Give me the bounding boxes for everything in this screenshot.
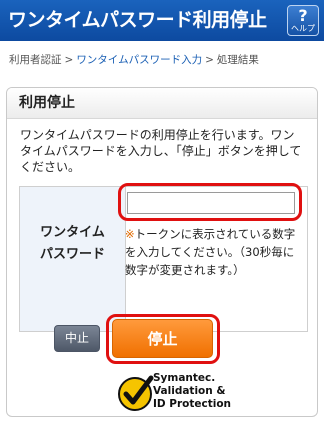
cancel-button[interactable]: 中止 [54,325,100,352]
page-title: ワンタイムパスワード利用停止 [8,9,267,31]
otp-field-label: ワンタイム パスワード [20,222,125,266]
field-label-cell: ワンタイム パスワード [20,187,126,331]
help-button[interactable]: ? ヘルプ [287,5,319,36]
logo-line1: Symantec. [153,372,216,384]
logo-line3: ID Protection [153,398,232,410]
breadcrumb-separator: > [205,54,214,66]
otp-input[interactable] [127,192,295,214]
help-label: ヘルプ [291,24,315,33]
page: ワンタイムパスワード利用停止 ? ヘルプ 利用者認証 > ワンタイムパスワード入力 >… [0,0,324,426]
breadcrumb-separator: > [64,54,74,66]
stop-button[interactable]: 停止 [112,319,213,358]
note-text: トークンに表示されている数字を入力してください。（30秒毎に数字が変更されます。… [125,227,296,277]
note-mark: ※ [125,227,135,241]
help-icon: ? [298,6,308,25]
symantec-logo: Symantec. Validation & ID Protection [117,370,231,418]
panel-description: ワンタイムパスワードの利用停止を行います。ワンタイムパスワードを入力し、「停止」… [20,128,302,174]
breadcrumb: 利用者認証 > ワンタイムパスワード入力 > 処理結果 [9,53,259,67]
breadcrumb-step-otp: ワンタイムパスワード入力 [76,54,203,66]
breadcrumb-step-result: 処理結果 [216,54,259,66]
otp-field-label-line1: ワンタイム [40,225,105,240]
logo-text: Symantec. Validation & ID Protection [153,372,231,411]
checkmark-seal-icon [118,375,154,411]
app-header: ワンタイムパスワード利用停止 ? ヘルプ [0,0,324,41]
breadcrumb-step-auth: 利用者認証 [9,54,62,66]
input-note: ※トークンに表示されている数字を入力してください。（30秒毎に数字が変更されます… [125,225,301,279]
panel-title: 利用停止 [19,95,75,111]
logo-line2: Validation & [153,385,226,397]
otp-field-label-line2: パスワード [39,247,105,262]
